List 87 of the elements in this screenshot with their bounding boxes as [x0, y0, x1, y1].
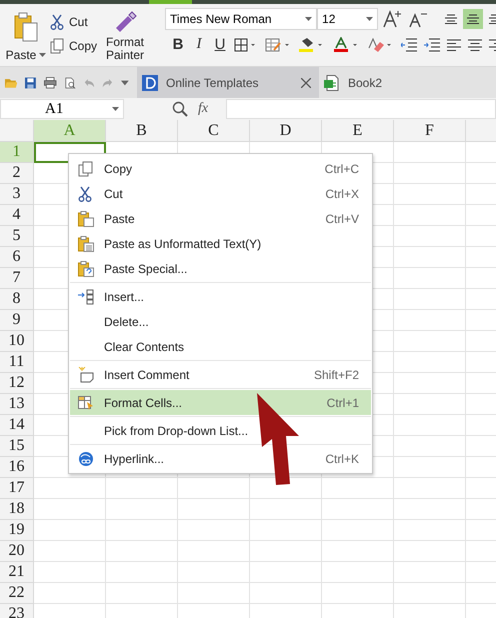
paste-button[interactable]: Paste — [6, 8, 46, 66]
copy-icon — [78, 160, 94, 176]
column-header[interactable]: D — [250, 120, 322, 141]
row-header[interactable]: 22 — [0, 583, 34, 604]
align-button[interactable] — [463, 9, 484, 29]
row-header[interactable]: 18 — [0, 499, 34, 520]
document-tab[interactable]: Online Templates — [137, 67, 319, 98]
align-right-icon[interactable] — [489, 38, 496, 50]
cut-button[interactable]: Cut — [50, 14, 98, 30]
templates-logo-icon — [142, 74, 158, 90]
paste-text-icon — [78, 236, 94, 252]
menu-item[interactable]: Insert Comment Shift+F2 — [70, 362, 371, 387]
comment-icon — [78, 366, 94, 382]
row-header[interactable]: 8 — [0, 289, 34, 310]
row-header[interactable]: 19 — [0, 520, 34, 541]
align-center-icon[interactable] — [468, 38, 482, 50]
row-header[interactable]: 21 — [0, 562, 34, 583]
row-header[interactable]: 15 — [0, 436, 34, 457]
decrease-indent-icon[interactable] — [401, 38, 418, 52]
cut-icon — [78, 186, 92, 202]
spreadsheet-icon — [324, 74, 340, 90]
row-header[interactable]: 5 — [0, 226, 34, 247]
row-header[interactable]: 16 — [0, 457, 34, 478]
row-header[interactable]: 14 — [0, 415, 34, 436]
menu-item[interactable]: Clear Contents — [70, 334, 371, 359]
clipboard-icon — [14, 12, 38, 42]
row-header[interactable]: 10 — [0, 331, 34, 352]
font-name-dropdown[interactable]: Times New Roman — [165, 8, 318, 30]
underline-button[interactable]: U — [213, 36, 228, 53]
menu-item[interactable]: Paste as Unformatted Text(Y) — [70, 231, 371, 256]
menu-item[interactable]: Paste Special... — [70, 256, 371, 281]
print-preview-icon[interactable] — [64, 76, 76, 90]
caret-icon — [366, 17, 374, 21]
increase-indent-icon[interactable] — [424, 38, 440, 52]
format-painter-button[interactable]: Format Painter — [101, 8, 150, 66]
print-icon[interactable] — [44, 76, 57, 90]
caret-icon — [305, 17, 312, 21]
row-header[interactable]: 11 — [0, 352, 34, 373]
name-box[interactable]: A1 — [0, 99, 124, 119]
caret-icon — [112, 107, 119, 111]
align-icon — [467, 14, 480, 24]
insert-icon — [78, 288, 94, 304]
align-left-icon[interactable] — [447, 38, 462, 50]
column-header[interactable]: B — [106, 120, 178, 141]
save-icon[interactable] — [25, 76, 36, 90]
table-style-icon[interactable] — [265, 38, 292, 52]
paste-special-icon — [78, 260, 94, 276]
menu-item[interactable]: Copy Ctrl+C — [70, 156, 371, 181]
row-header[interactable]: 6 — [0, 247, 34, 268]
copy-icon — [50, 38, 64, 54]
scissors-icon — [50, 14, 64, 30]
column-header[interactable]: E — [322, 120, 394, 141]
row-header[interactable]: 9 — [0, 310, 34, 331]
formula-field[interactable] — [226, 99, 496, 119]
row-header[interactable]: 13 — [0, 394, 34, 415]
menu-item[interactable]: Cut Ctrl+X — [70, 181, 371, 206]
function-button[interactable]: fx — [198, 101, 208, 117]
menu-item[interactable]: Hyperlink... Ctrl+K — [70, 446, 371, 471]
row-header[interactable]: 20 — [0, 541, 34, 562]
copy-button[interactable]: Copy — [50, 38, 98, 54]
document-tab[interactable]: Book2 — [319, 67, 390, 98]
row-header[interactable]: 7 — [0, 268, 34, 289]
row-header[interactable]: 12 — [0, 373, 34, 394]
row-header[interactable]: 4 — [0, 205, 34, 226]
italic-button[interactable]: I — [192, 36, 206, 53]
format-cells-icon — [78, 394, 94, 410]
dropdown-icon[interactable] — [121, 80, 129, 86]
close-icon[interactable] — [301, 78, 311, 88]
row-header[interactable]: 17 — [0, 478, 34, 499]
caret-icon — [39, 53, 46, 57]
menu-item[interactable]: Insert... — [70, 284, 371, 309]
row-header[interactable]: 23 — [0, 604, 34, 618]
zoom-icon[interactable] — [172, 101, 188, 117]
hyperlink-icon — [78, 450, 94, 466]
font-size-dropdown[interactable]: 12 — [317, 8, 378, 30]
menu-item[interactable]: Paste Ctrl+V — [70, 206, 371, 231]
row-header[interactable]: 3 — [0, 184, 34, 205]
row-header[interactable]: 2 — [0, 163, 34, 184]
menu-item[interactable]: Pick from Drop-down List... — [70, 418, 371, 443]
column-header[interactable]: F — [394, 120, 466, 141]
grow-font-icon[interactable] — [383, 10, 404, 28]
bold-button[interactable]: B — [171, 36, 186, 53]
column-header[interactable]: C — [178, 120, 250, 141]
align-icon — [445, 14, 458, 24]
paste-icon — [78, 210, 94, 226]
menu-item[interactable]: Format Cells... Ctrl+1 — [70, 390, 371, 415]
menu-item[interactable]: Delete... — [70, 309, 371, 334]
